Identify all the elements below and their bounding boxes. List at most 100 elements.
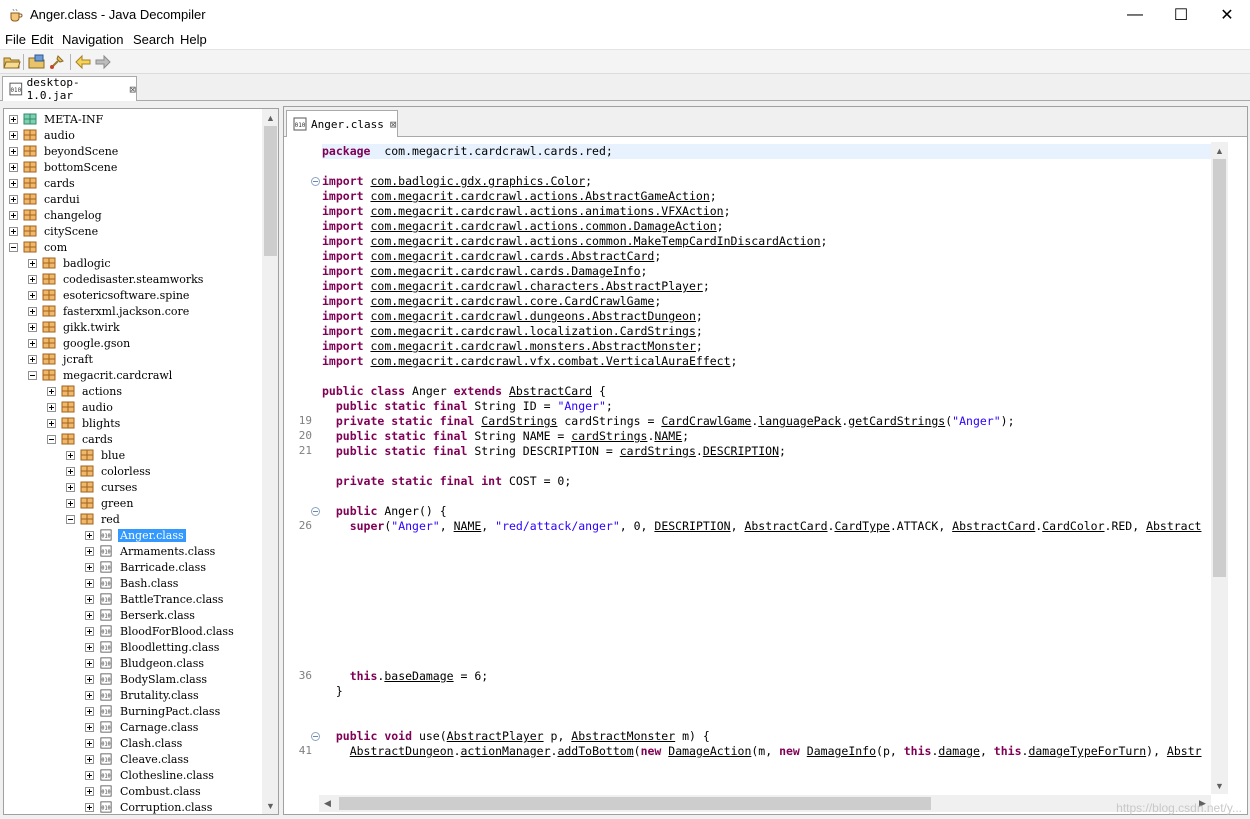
code-vertical-scrollbar[interactable]: ▲ ▼ <box>1211 142 1228 794</box>
expand-icon[interactable] <box>85 642 94 652</box>
expand-icon[interactable] <box>85 690 94 700</box>
fold-collapse-icon[interactable] <box>311 507 320 516</box>
expand-icon[interactable] <box>28 354 37 364</box>
search-type-icon[interactable] <box>48 53 66 71</box>
back-arrow-icon[interactable] <box>74 53 92 71</box>
expand-icon[interactable] <box>85 722 94 732</box>
tree-package-item[interactable]: blue <box>66 447 127 463</box>
tree-package-item[interactable]: changelog <box>9 207 104 223</box>
tree-package-item[interactable]: red <box>66 511 122 527</box>
tree-package-item[interactable]: audio <box>9 127 77 143</box>
code-horizontal-scrollbar[interactable]: ◀ ▶ <box>319 795 1211 812</box>
close-button[interactable]: ✕ <box>1204 0 1250 30</box>
tree-class-item[interactable]: 010 BurningPact.class <box>85 703 222 719</box>
menu-navigation[interactable]: Navigation <box>62 32 123 47</box>
tree-class-item[interactable]: 010 Bash.class <box>85 575 180 591</box>
expand-icon[interactable] <box>85 658 94 668</box>
collapse-icon[interactable] <box>28 370 37 380</box>
close-tab-icon[interactable]: ⊠ <box>390 118 397 131</box>
expand-icon[interactable] <box>85 562 94 572</box>
tab-desktop-jar[interactable]: 010 desktop-1.0.jar ⊠ <box>2 76 137 102</box>
tree-class-item[interactable]: 010 Anger.class <box>85 527 187 543</box>
source-code-view[interactable]: package com.megacrit.cardcrawl.cards.red… <box>286 142 1211 794</box>
expand-icon[interactable] <box>28 306 37 316</box>
menu-search[interactable]: Search <box>133 32 174 47</box>
tree-package-item[interactable]: green <box>66 495 135 511</box>
expand-icon[interactable] <box>9 114 18 124</box>
expand-icon[interactable] <box>85 770 94 780</box>
tree-package-item[interactable]: bottomScene <box>9 159 119 175</box>
fold-collapse-icon[interactable] <box>311 732 320 741</box>
expand-icon[interactable] <box>28 322 37 332</box>
tree-class-item[interactable]: 010 Clothesline.class <box>85 767 216 783</box>
tree-package-item[interactable]: jcraft <box>28 351 95 367</box>
expand-icon[interactable] <box>28 338 37 348</box>
menu-file[interactable]: File <box>5 32 26 47</box>
tree-package-item[interactable]: cityScene <box>9 223 100 239</box>
expand-icon[interactable] <box>85 706 94 716</box>
tree-package-item[interactable]: actions <box>47 383 124 399</box>
expand-icon[interactable] <box>9 162 18 172</box>
tab-anger-class[interactable]: 010 Anger.class ⊠ <box>286 110 398 137</box>
minimize-button[interactable]: — <box>1112 0 1158 30</box>
tree-vertical-scrollbar[interactable]: ▲ ▼ <box>262 109 278 814</box>
scroll-thumb[interactable] <box>339 797 931 810</box>
tree-class-item[interactable]: 010 BodySlam.class <box>85 671 209 687</box>
forward-arrow-icon[interactable] <box>94 53 112 71</box>
tree-package-item[interactable]: fasterxml.jackson.core <box>28 303 191 319</box>
tree-package-item[interactable]: gikk.twirk <box>28 319 122 335</box>
tree-class-item[interactable]: 010 BloodForBlood.class <box>85 623 236 639</box>
scroll-thumb[interactable] <box>264 126 277 256</box>
collapse-icon[interactable] <box>9 242 18 252</box>
expand-icon[interactable] <box>66 466 75 476</box>
expand-icon[interactable] <box>85 546 94 556</box>
expand-icon[interactable] <box>85 674 94 684</box>
scroll-up-icon[interactable]: ▲ <box>1211 142 1228 159</box>
expand-icon[interactable] <box>85 802 94 812</box>
tree-class-item[interactable]: 010 BattleTrance.class <box>85 591 225 607</box>
expand-icon[interactable] <box>85 530 94 540</box>
tree-class-item[interactable]: 010 Cleave.class <box>85 751 191 767</box>
expand-icon[interactable] <box>9 210 18 220</box>
tree-package-item[interactable]: curses <box>66 479 139 495</box>
menu-help[interactable]: Help <box>180 32 207 47</box>
tree-class-item[interactable]: 010 Corruption.class <box>85 799 214 814</box>
expand-icon[interactable] <box>9 130 18 140</box>
expand-icon[interactable] <box>28 274 37 284</box>
tree-package-item[interactable]: cards <box>47 431 115 447</box>
tree-class-item[interactable]: 010 Barricade.class <box>85 559 208 575</box>
tree-package-item[interactable]: colorless <box>66 463 153 479</box>
expand-icon[interactable] <box>9 194 18 204</box>
scroll-down-icon[interactable]: ▼ <box>1211 777 1228 794</box>
expand-icon[interactable] <box>9 146 18 156</box>
expand-icon[interactable] <box>66 450 75 460</box>
tree-package-item[interactable]: blights <box>47 415 122 431</box>
tree-package-item[interactable]: META-INF <box>9 111 105 127</box>
expand-icon[interactable] <box>28 290 37 300</box>
scroll-up-icon[interactable]: ▲ <box>262 109 278 126</box>
expand-icon[interactable] <box>66 482 75 492</box>
expand-icon[interactable] <box>47 418 56 428</box>
tree-package-item[interactable]: esotericsoftware.spine <box>28 287 191 303</box>
expand-icon[interactable] <box>47 402 56 412</box>
expand-icon[interactable] <box>85 578 94 588</box>
fold-collapse-icon[interactable] <box>311 177 320 186</box>
expand-icon[interactable] <box>85 738 94 748</box>
tree-class-item[interactable]: 010 Bloodletting.class <box>85 639 221 655</box>
open-file-icon[interactable] <box>3 53 21 71</box>
tree-package-item[interactable]: badlogic <box>28 255 113 271</box>
tree-class-item[interactable]: 010 Carnage.class <box>85 719 200 735</box>
expand-icon[interactable] <box>47 386 56 396</box>
expand-icon[interactable] <box>85 610 94 620</box>
tree-class-item[interactable]: 010 Armaments.class <box>85 543 217 559</box>
collapse-icon[interactable] <box>66 514 75 524</box>
tree-class-item[interactable]: 010 Brutality.class <box>85 687 201 703</box>
maximize-button[interactable]: ☐ <box>1158 0 1204 30</box>
collapse-icon[interactable] <box>47 434 56 444</box>
scroll-thumb[interactable] <box>1213 159 1226 577</box>
tree-package-item[interactable]: cards <box>9 175 77 191</box>
tree-package-item[interactable]: com <box>9 239 69 255</box>
tree-package-item[interactable]: cardui <box>9 191 82 207</box>
tree-class-item[interactable]: 010 Combust.class <box>85 783 203 799</box>
expand-icon[interactable] <box>85 754 94 764</box>
